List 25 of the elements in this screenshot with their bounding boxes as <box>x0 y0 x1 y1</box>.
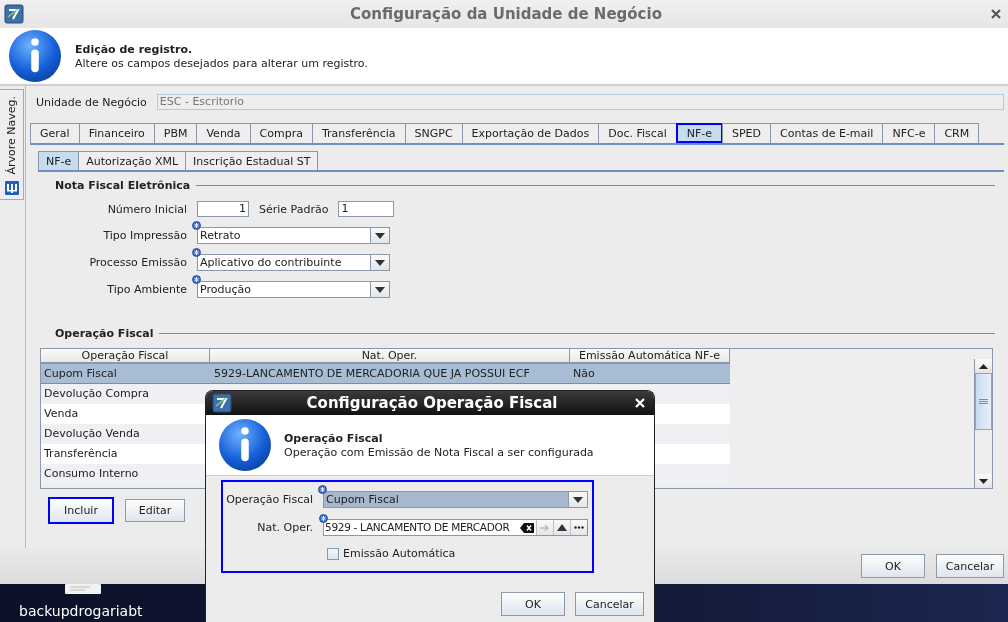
checkbox-label: Emissão Automática <box>343 547 456 560</box>
field-label: Série Padrão <box>259 202 329 216</box>
table-cell-text: Devolução Venda <box>43 426 141 442</box>
table-cell-text: Cupom Fiscal <box>43 365 118 382</box>
field-label: Número Inicial <box>106 202 187 216</box>
field-label: Nat. Oper. <box>256 520 313 536</box>
section-title: Nota Fiscal Eletrônica <box>55 178 191 192</box>
section-title: Operação Fiscal <box>55 326 154 340</box>
field-label: Processo Emissão <box>88 256 187 269</box>
dialog-title: Configuração Operação Fiscal <box>305 394 559 412</box>
table-cell-text: Não <box>572 365 596 382</box>
table-cell-text: 5929-LANCAMENTO DE MERCADORIA QUE JA POSSUI ECF <box>213 365 531 382</box>
header-message: Operação com Emissão de Nota Fiscal a ser configurada <box>284 445 594 459</box>
header-title: Operação Fiscal <box>284 431 384 445</box>
table-cell-text: Venda <box>43 406 80 422</box>
field-label: Tipo Impressão <box>102 229 187 242</box>
window-title: Configuração da Unidade de Negócio <box>349 5 663 23</box>
table-cell-text: Consumo Interno <box>43 466 140 482</box>
field-label: Operação Fiscal <box>225 492 313 508</box>
header-title: Edição de registro. <box>75 42 194 56</box>
field-label: Unidade de Negócio <box>36 95 147 109</box>
field-label: Tipo Ambiente <box>106 283 187 296</box>
header-message: Altere os campos desejados para alterar um registro. <box>75 56 368 70</box>
table-cell-text: Transferência <box>43 446 119 462</box>
table-cell-text: Devolução Compra <box>43 386 150 402</box>
